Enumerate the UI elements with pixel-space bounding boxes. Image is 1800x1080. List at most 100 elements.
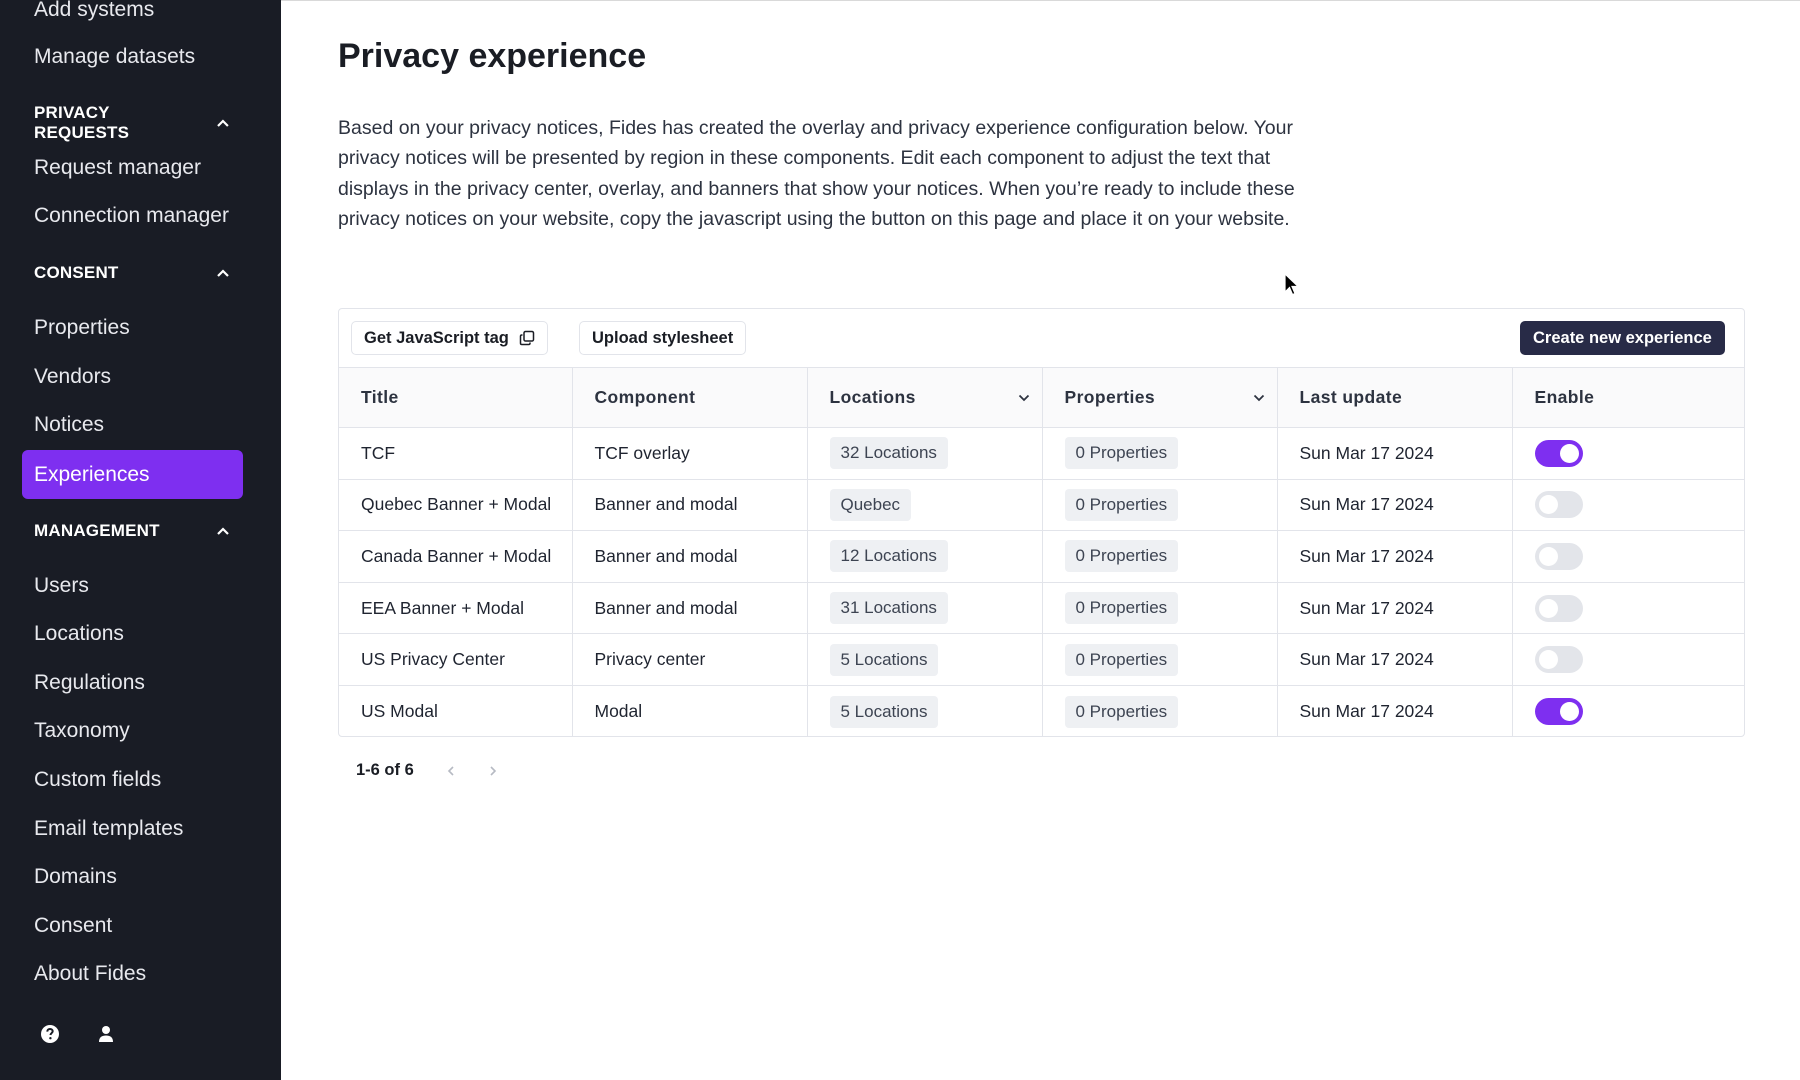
cell-locations: 5 Locations [807,685,1043,738]
cell-title: Quebec Banner + Modal [339,479,573,531]
sidebar-item-vendors[interactable]: Vendors [34,365,111,389]
cell-enable [1512,531,1744,583]
sidebar-item-experiences[interactable]: Experiences [22,450,243,499]
sidebar-item-regulations[interactable]: Regulations [34,671,145,695]
locations-tag: 12 Locations [829,540,948,573]
cell-title: US Privacy Center [339,633,573,686]
cell-enable [1512,582,1744,634]
mouse-cursor-icon [1284,273,1300,296]
sidebar-item-custom-fields[interactable]: Custom fields [34,768,161,792]
copy-icon [519,330,535,346]
properties-tag: 0 Properties [1064,592,1179,625]
sidebar-item-properties[interactable]: Properties [34,316,130,340]
sidebar-section-management[interactable]: MANAGEMENT [34,521,230,541]
cell-enable [1512,428,1744,480]
cell-component: Banner and modal [572,582,808,634]
column-header-title[interactable]: Title [339,367,573,428]
get-javascript-tag-button[interactable]: Get JavaScript tag [351,321,548,355]
pagination-label: 1-6 of 6 [356,761,414,779]
cell-last-update: Sun Mar 17 2024 [1277,479,1513,531]
properties-tag: 0 Properties [1064,437,1179,470]
column-header-component[interactable]: Component [572,367,808,428]
help-icon[interactable] [40,1024,60,1044]
cell-last-update: Sun Mar 17 2024 [1277,633,1513,686]
create-new-experience-button[interactable]: Create new experience [1520,321,1725,355]
chevron-left-icon[interactable] [446,765,456,777]
toggle-knob [1559,702,1579,722]
column-header-label: Component [594,387,696,407]
sidebar-item-taxonomy[interactable]: Taxonomy [34,719,130,743]
sidebar-section-label: PRIVACY REQUESTS [34,103,130,142]
cell-locations: 32 Locations [807,427,1043,480]
table-header-row: Title Component Locations Properties Las… [339,367,1744,428]
properties-tag: 0 Properties [1064,643,1179,676]
cell-enable [1512,634,1744,686]
toggle-knob [1538,546,1558,566]
enable-toggle[interactable] [1534,698,1583,726]
locations-tag: 5 Locations [829,643,939,676]
sidebar-item-connection-manager[interactable]: Connection manager [34,204,229,228]
cell-locations: 12 Locations [807,530,1043,583]
sidebar-item-add-systems[interactable]: Add systems [34,0,154,22]
sidebar-item-manage-datasets[interactable]: Manage datasets [34,45,195,69]
cell-properties: 0 Properties [1042,530,1278,583]
get-javascript-tag-label: Get JavaScript tag [364,328,509,347]
toggle-knob [1538,495,1558,515]
table-row[interactable]: Canada Banner + Modal Banner and modal 1… [339,530,1744,583]
sidebar-section-consent[interactable]: CONSENT [34,263,230,283]
chevron-up-icon [217,527,229,535]
upload-stylesheet-label: Upload stylesheet [592,328,734,347]
cell-title: EEA Banner + Modal [339,582,573,634]
table-row[interactable]: TCF TCF overlay 32 Locations 0 Propertie… [339,427,1744,480]
cell-locations: 31 Locations [807,582,1043,634]
cell-component: Banner and modal [572,530,808,583]
sidebar-item-email-templates[interactable]: Email templates [34,817,183,841]
toggle-knob [1538,650,1558,670]
pagination: 1-6 of 6 [356,761,498,780]
chevron-up-icon [217,269,229,277]
cell-enable [1512,685,1744,737]
column-header-enable[interactable]: Enable [1512,367,1744,428]
column-header-properties[interactable]: Properties [1042,367,1278,428]
cell-properties: 0 Properties [1042,427,1278,480]
column-header-label: Locations [829,387,916,407]
sidebar-section-privacy-requests[interactable]: PRIVACY REQUESTS [34,103,230,143]
cell-properties: 0 Properties [1042,633,1278,686]
table-toolbar: Get JavaScript tag Upload stylesheet Cre… [339,309,1744,367]
sidebar-footer [40,1024,116,1044]
properties-tag: 0 Properties [1064,695,1179,728]
column-header-label: Title [361,387,399,407]
locations-tag: 32 Locations [829,437,948,470]
upload-stylesheet-button[interactable]: Upload stylesheet [579,321,747,355]
sidebar-item-locations[interactable]: Locations [34,622,124,646]
sidebar-item-about-fides[interactable]: About Fides [34,962,146,986]
enable-toggle[interactable] [1534,491,1583,519]
column-header-last-update[interactable]: Last update [1277,367,1513,428]
sidebar-item-users[interactable]: Users [34,574,89,598]
table-row[interactable]: Quebec Banner + Modal Banner and modal Q… [339,479,1744,531]
chevron-down-icon[interactable] [1018,393,1030,403]
locations-tag: 31 Locations [829,592,948,625]
cell-last-update: Sun Mar 17 2024 [1277,530,1513,583]
user-icon[interactable] [96,1024,116,1044]
toggle-knob [1559,443,1579,463]
sidebar-section-label: MANAGEMENT [34,521,160,540]
enable-toggle[interactable] [1534,646,1583,674]
cell-properties: 0 Properties [1042,685,1278,738]
table-row[interactable]: EEA Banner + Modal Banner and modal 31 L… [339,582,1744,634]
sidebar-item-domains[interactable]: Domains [34,865,117,889]
sidebar-item-consent[interactable]: Consent [34,914,112,938]
sidebar-item-notices[interactable]: Notices [34,413,104,437]
sidebar-section-label: CONSENT [34,263,119,282]
enable-toggle[interactable] [1534,542,1583,570]
chevron-down-icon[interactable] [1253,393,1265,403]
chevron-right-icon[interactable] [488,765,498,777]
column-header-locations[interactable]: Locations [807,367,1043,428]
enable-toggle[interactable] [1534,594,1583,622]
enable-toggle[interactable] [1534,439,1583,467]
page-title: Privacy experience [338,37,647,75]
table-row[interactable]: US Privacy Center Privacy center 5 Locat… [339,633,1744,686]
chevron-up-icon [217,119,229,127]
sidebar-item-request-manager[interactable]: Request manager [34,156,201,180]
table-row[interactable]: US Modal Modal 5 Locations 0 Properties … [339,685,1744,738]
